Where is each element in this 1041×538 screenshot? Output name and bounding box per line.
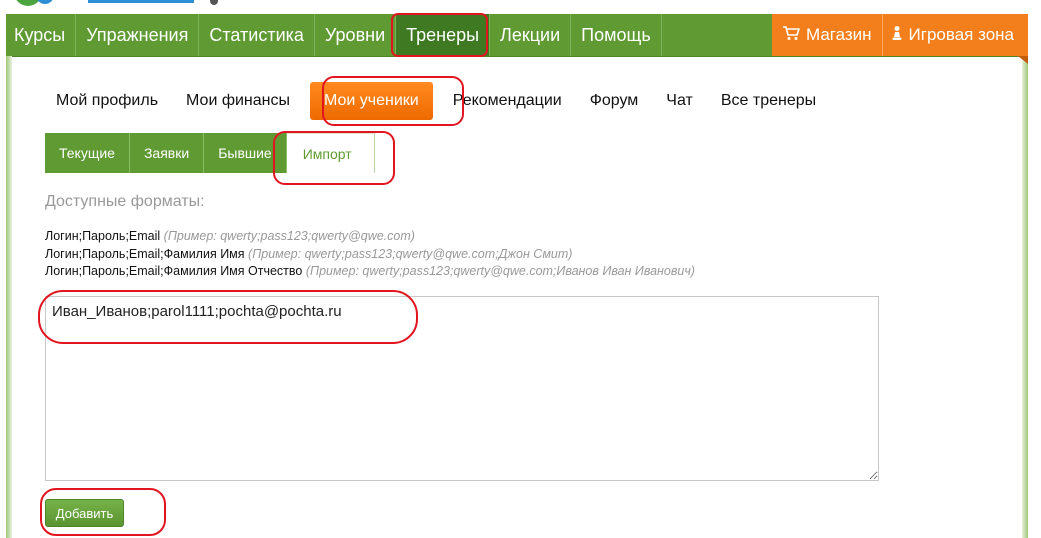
format-spec: Логин;Пароль;Email;Фамилия Имя Отчество [45, 264, 303, 278]
shop-label: Магазин [805, 25, 872, 44]
subnav-item-forum[interactable]: Форум [576, 82, 653, 120]
subnav-item-label: Рекомендации [452, 92, 562, 109]
logo-underline [88, 0, 194, 3]
format-spec: Логин;Пароль;Email [45, 229, 161, 243]
nav-item-label: Статистика [209, 24, 304, 45]
tab-label: Бывшие [218, 145, 272, 161]
nav-corner-fold [1018, 56, 1028, 64]
shop-button[interactable]: Магазин [771, 14, 883, 56]
play-zone-button[interactable]: Игровая зона [882, 14, 1028, 56]
tab-label: Текущие [59, 145, 115, 161]
tab-former[interactable]: Бывшие [204, 133, 287, 173]
nav-item-label: Помощь [581, 24, 651, 45]
main-navigation: Курсы Упражнения Статистика Уровни Трене… [6, 14, 1028, 57]
subnav-item-label: Все тренеры [720, 92, 817, 109]
nav-item-trainers[interactable]: Тренеры [396, 14, 491, 56]
format-line: Логин;Пароль;Email;Фамилия Имя Отчество … [45, 264, 695, 278]
subnav-item-chat[interactable]: Чат [652, 82, 707, 120]
subnav-item-label: Мои ученики [324, 92, 419, 109]
format-line: Логин;Пароль;Email;Фамилия Имя (Пример: … [45, 247, 572, 261]
import-textarea[interactable]: Иван_Иванов;parol1111;pochta@pochta.ru [45, 296, 879, 481]
play-zone-label: Игровая зона [908, 25, 1014, 44]
tab-label: Заявки [143, 145, 190, 161]
tab-import[interactable]: Импорт [286, 133, 375, 173]
header-dot [210, 0, 218, 5]
nav-item-label: Тренеры [406, 24, 480, 45]
nav-item-courses[interactable]: Курсы [6, 14, 77, 56]
subnav-item-label: Форум [589, 92, 639, 109]
page-shadow-right [1022, 56, 1028, 538]
nav-item-label: Упражнения [86, 24, 189, 45]
format-example: (Пример: qwerty;pass123;qwerty@qwe.com) [163, 229, 415, 243]
tab-current[interactable]: Текущие [45, 133, 130, 173]
format-example: (Пример: qwerty;pass123;qwerty@qwe.com;Д… [248, 247, 573, 261]
trainer-subnav: Мой профиль Мои финансы Мои ученики Реко… [42, 80, 830, 122]
nav-item-help[interactable]: Помощь [571, 14, 662, 56]
tab-label: Импорт [302, 145, 352, 162]
formats-heading: Доступные форматы: [45, 193, 205, 210]
logo-mark-accent [36, 0, 54, 4]
subnav-item-label: Мои финансы [186, 92, 290, 109]
page-shadow-left [6, 56, 12, 538]
subnav-item-all-trainers[interactable]: Все тренеры [707, 82, 830, 120]
subnav-item-my-profile[interactable]: Мой профиль [42, 82, 172, 120]
add-button[interactable]: Добавить [45, 499, 124, 527]
subnav-item-label: Мой профиль [56, 92, 159, 109]
format-line: Логин;Пароль;Email (Пример: qwerty;pass1… [45, 229, 415, 243]
format-spec: Логин;Пароль;Email;Фамилия Имя [45, 247, 245, 261]
nav-item-label: Курсы [14, 24, 66, 45]
subnav-item-my-students[interactable]: Мои ученики [310, 82, 433, 120]
nav-item-label: Лекции [500, 24, 561, 45]
cart-icon [782, 25, 800, 46]
nav-item-exercises[interactable]: Упражнения [76, 14, 200, 56]
nav-item-label: Уровни [324, 24, 386, 45]
format-example: (Пример: qwerty;pass123;qwerty@qwe.com;И… [305, 264, 695, 278]
top-strip [0, 0, 1041, 14]
tab-requests[interactable]: Заявки [129, 133, 205, 173]
nav-item-statistics[interactable]: Статистика [199, 14, 315, 56]
students-tabs: Текущие Заявки Бывшие Импорт [45, 133, 375, 173]
subnav-item-my-finances[interactable]: Мои финансы [172, 82, 304, 120]
nav-item-lectures[interactable]: Лекции [490, 14, 572, 56]
pawn-icon [891, 25, 903, 46]
subnav-item-recommendations[interactable]: Рекомендации [439, 82, 576, 120]
subnav-item-label: Чат [666, 92, 693, 109]
nav-item-levels[interactable]: Уровни [315, 14, 397, 56]
